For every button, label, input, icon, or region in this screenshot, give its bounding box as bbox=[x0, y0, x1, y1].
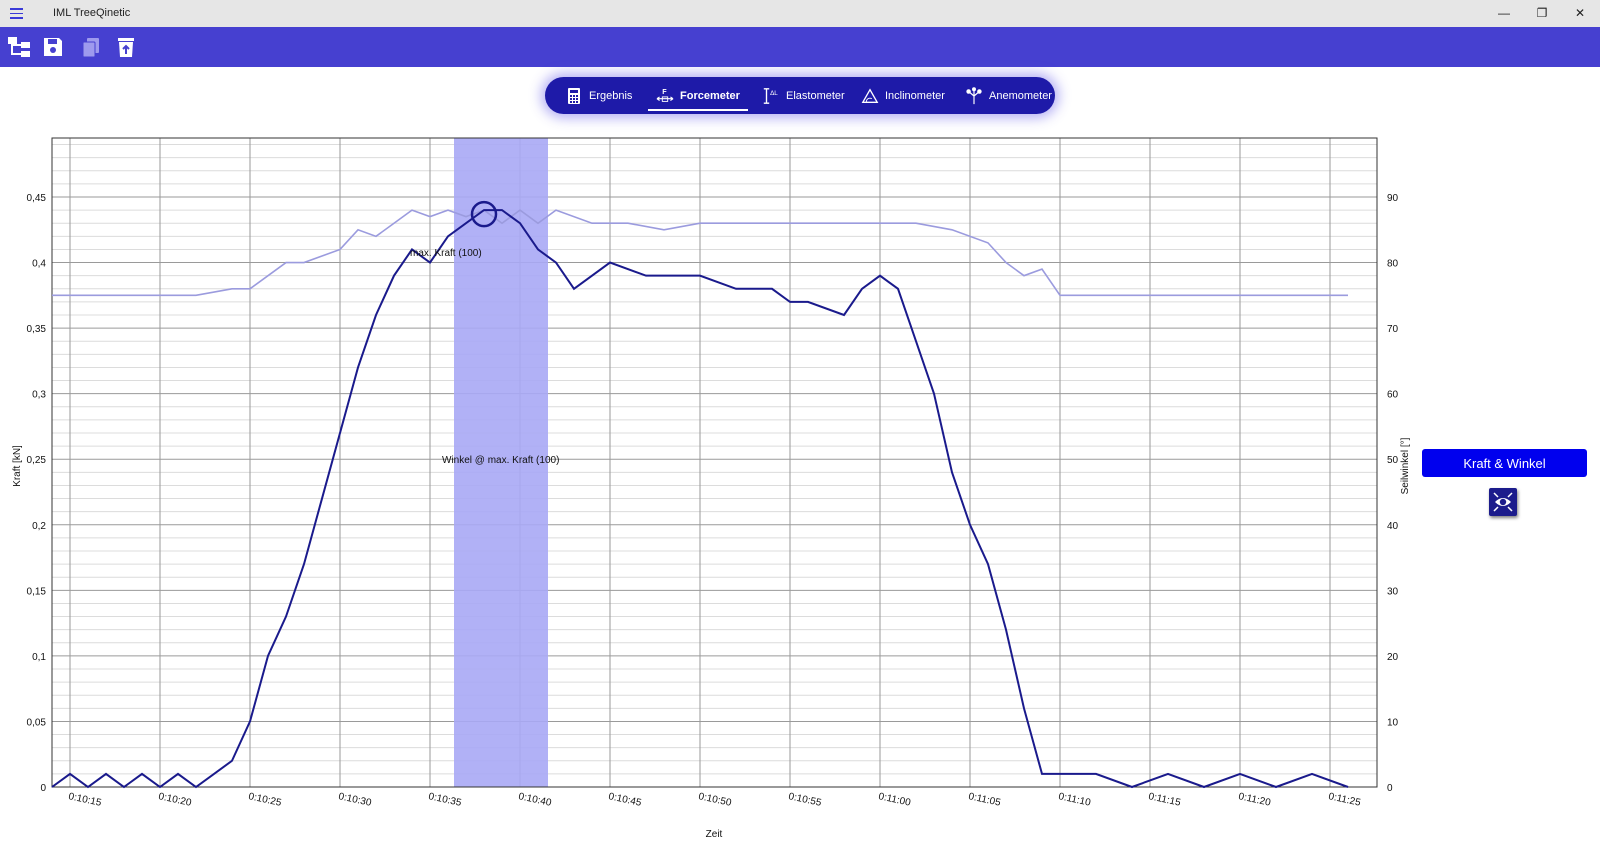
y-tick-label: 0,2 bbox=[32, 521, 46, 532]
chart-mode-button[interactable]: Kraft & Winkel bbox=[1422, 449, 1587, 477]
x-tick-label: 0:11:25 bbox=[1327, 791, 1362, 809]
y2-tick-label: 30 bbox=[1387, 586, 1399, 597]
x-tick-label: 0:10:45 bbox=[607, 791, 642, 809]
y2-tick-label: 50 bbox=[1387, 455, 1399, 466]
x-axis-label: Zeit bbox=[706, 829, 723, 840]
reset-view-button[interactable] bbox=[1489, 488, 1517, 516]
y2-tick-label: 10 bbox=[1387, 717, 1399, 728]
y-tick-label: 0,1 bbox=[32, 652, 46, 663]
x-tick-label: 0:10:50 bbox=[697, 791, 732, 809]
y-tick-label: 0,05 bbox=[27, 717, 47, 728]
y-tick-label: 0 bbox=[40, 783, 46, 794]
x-tick-label: 0:10:20 bbox=[157, 791, 192, 809]
y-tick-label: 0,15 bbox=[27, 586, 47, 597]
y-tick-label: 0,25 bbox=[27, 455, 47, 466]
chart-grid bbox=[52, 138, 1377, 788]
y2-tick-label: 40 bbox=[1387, 521, 1399, 532]
y-tick-label: 0,35 bbox=[27, 324, 47, 335]
y2-tick-label: 60 bbox=[1387, 390, 1399, 401]
y2-tick-label: 90 bbox=[1387, 193, 1399, 204]
y2-axis-label: Seilwinkel [°] bbox=[1400, 437, 1411, 494]
angle-at-max-annotation: Winkel @ max. Kraft (100) bbox=[442, 455, 559, 466]
x-tick-label: 0:10:35 bbox=[427, 791, 462, 809]
x-tick-label: 0:10:40 bbox=[517, 791, 552, 809]
zoom-reset-icon bbox=[1493, 492, 1513, 512]
y2-tick-label: 20 bbox=[1387, 652, 1399, 663]
y-tick-label: 0,45 bbox=[27, 193, 47, 204]
x-tick-label: 0:10:55 bbox=[787, 791, 822, 809]
x-tick-label: 0:11:05 bbox=[967, 791, 1002, 809]
y2-tick-label: 80 bbox=[1387, 259, 1399, 270]
plot-frame bbox=[51, 137, 1378, 788]
x-tick-label: 0:10:15 bbox=[67, 791, 102, 809]
force-angle-chart[interactable]: 0 0,05 0,1 0,15 0,2 0,25 0,3 0,35 0,4 0,45 0 10 20 30… bbox=[0, 0, 1600, 850]
y-axis-label: Kraft [kN] bbox=[12, 445, 23, 487]
y2-tick-label: 70 bbox=[1387, 324, 1399, 335]
x-tick-label: 0:10:25 bbox=[247, 791, 282, 809]
x-tick-label: 0:10:30 bbox=[337, 791, 372, 809]
y-tick-label: 0,3 bbox=[32, 390, 46, 401]
x-tick-label: 0:11:15 bbox=[1147, 791, 1182, 809]
max-force-annotation: max. Kraft (100) bbox=[410, 248, 482, 259]
x-tick-label: 0:11:00 bbox=[877, 791, 912, 809]
y-tick-label: 0,4 bbox=[32, 259, 46, 270]
x-tick-label: 0:11:20 bbox=[1237, 791, 1272, 809]
y2-tick-label: 0 bbox=[1387, 783, 1393, 794]
x-tick-label: 0:11:10 bbox=[1057, 791, 1092, 809]
